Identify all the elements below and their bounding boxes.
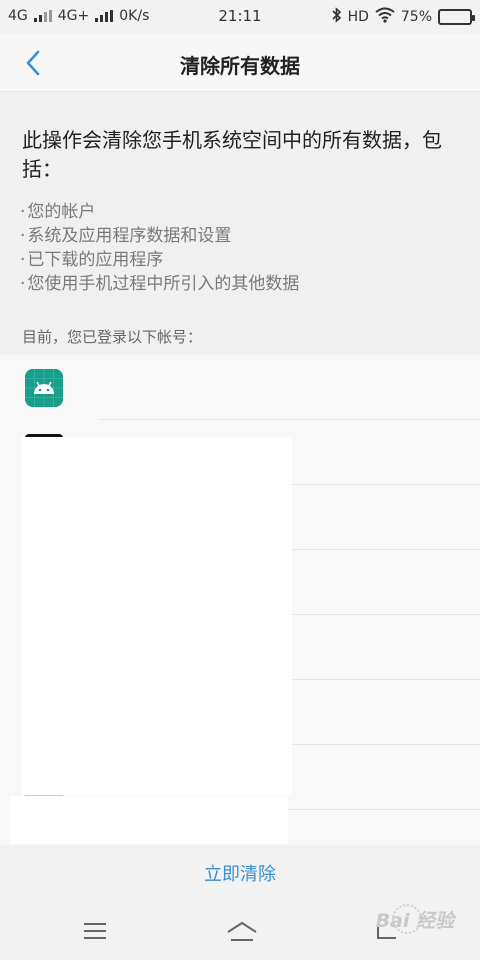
hd-label: HD — [347, 9, 369, 25]
wifi-icon — [375, 7, 395, 27]
battery-percent: 75% — [400, 9, 432, 25]
data-item: 您的帐户 — [20, 200, 299, 224]
redaction-overlay — [10, 796, 288, 844]
data-items-list: 您的帐户 系统及应用程序数据和设置 已下载的应用程序 您使用手机过程中所引入的其… — [20, 200, 299, 296]
menu-button[interactable] — [80, 918, 110, 944]
redaction-overlay — [22, 437, 292, 795]
android-app-icon — [25, 369, 63, 407]
description-panel: 此操作会清除您手机系统空间中的所有数据，包括： 您的帐户 系统及应用程序数据和设… — [0, 92, 480, 354]
description-heading: 此操作会清除您手机系统空间中的所有数据，包括： — [22, 128, 442, 181]
title-bar: 清除所有数据 — [0, 34, 480, 92]
status-right: HD 75% — [331, 7, 475, 27]
data-item: 您使用手机过程中所引入的其他数据 — [20, 272, 299, 296]
watermark-text: Bai 经验 — [375, 910, 454, 932]
data-item: 已下载的应用程序 — [20, 248, 299, 272]
clear-now-button[interactable]: 立即清除 — [0, 846, 480, 904]
menu-icon — [84, 923, 106, 939]
bluetooth-icon — [331, 7, 342, 27]
accounts-list — [0, 355, 480, 845]
account-row — [0, 355, 480, 420]
data-item: 系统及应用程序数据和设置 — [20, 224, 299, 248]
accounts-label: 目前，您已登录以下帐号： — [22, 328, 203, 346]
status-bar: 4G 4G+ 0K/s 21:11 HD 75% — [0, 0, 480, 34]
home-icon — [227, 921, 257, 941]
page-title: 清除所有数据 — [180, 54, 300, 78]
home-button[interactable] — [225, 918, 257, 944]
battery-icon — [438, 9, 475, 25]
